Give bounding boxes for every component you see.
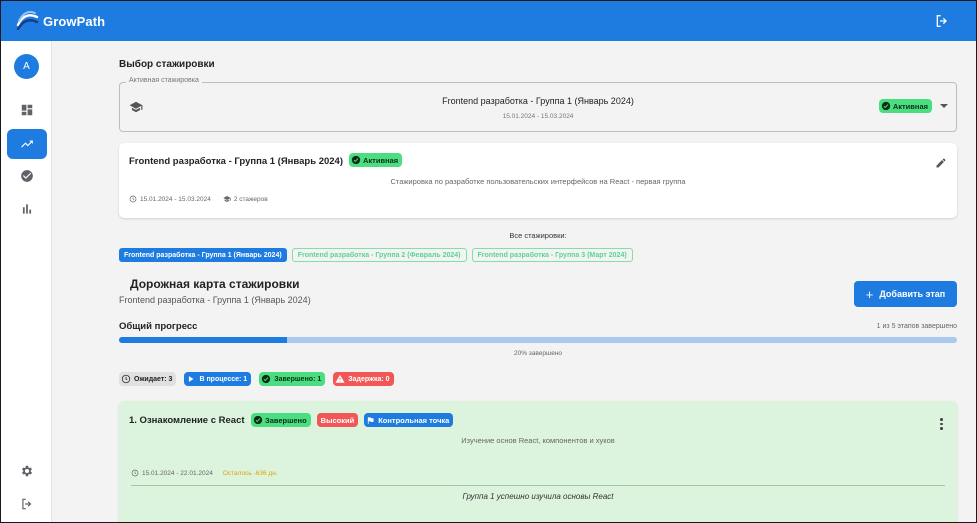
stage-badges: Завершено Высокий Контрольная точка (251, 413, 459, 427)
stat-in-progress: В процессе: 1 (184, 372, 252, 386)
sidebar-item-settings[interactable] (7, 456, 47, 486)
logout-icon (22, 498, 32, 510)
edit-icon[interactable] (935, 157, 947, 169)
progress-bar (119, 337, 957, 343)
stat-delayed-label: Задержка: 0 (348, 375, 390, 383)
internship-card-description: Стажировка по разработке пользовательски… (390, 177, 686, 186)
stage-description: Изучение основ React, компонентов и хуко… (461, 436, 615, 445)
sidebar-item-logout[interactable] (7, 489, 47, 519)
stage-checkpoint-badge: Контрольная точка (364, 413, 454, 427)
stage-title: 1. Ознакомление с React (129, 415, 245, 426)
app-window: GrowPath A Выбор стажировки Активная ста… (0, 0, 977, 523)
top-app-bar: GrowPath (1, 1, 976, 41)
warning-icon (335, 374, 345, 383)
more-vert-icon[interactable] (940, 418, 943, 432)
progress-label: Общий прогресс (119, 321, 198, 332)
dashboard-icon (21, 104, 33, 116)
add-stage-button[interactable]: + Добавить этап (854, 281, 957, 307)
stat-done-label: Завершено: 1 (274, 375, 322, 383)
check-circle-icon (881, 101, 891, 111)
stage-dates: 15.01.2024 - 22.01.2024 (142, 469, 213, 477)
stage-priority-badge: Высокий (316, 413, 359, 427)
status-badge: Активная (349, 153, 403, 167)
plus-icon: + (865, 286, 874, 302)
internship-select[interactable]: Активная стажировка Frontend разработка … (119, 77, 957, 132)
stage-note: Группа 1 успешно изучила основы React (462, 492, 614, 501)
check-circle-icon (21, 170, 33, 182)
check-circle-icon (262, 374, 271, 384)
avatar[interactable]: A (14, 54, 39, 79)
selection-title: Выбор стажировки (119, 59, 215, 70)
sidebar-item-dashboard[interactable] (7, 95, 47, 125)
stage-remaining: Осталось -636 дн. (222, 469, 278, 477)
stage-stats: Ожидает: 3 В процессе: 1 Завершено: 1 За… (119, 372, 402, 386)
tab-internship-group-2[interactable]: Frontend разработка - Группа 2 (Февраль … (291, 248, 467, 262)
stat-delayed: Задержка: 0 (333, 372, 394, 386)
chevron-down-icon[interactable] (940, 104, 948, 108)
school-icon (223, 196, 231, 202)
internship-card-interns: 2 стажеров (233, 195, 268, 203)
progress-summary: 1 из 5 этапов завершено (876, 323, 957, 330)
clock-icon (129, 195, 137, 203)
divider (131, 485, 945, 486)
trending-up-icon (21, 140, 33, 148)
stage-meta: 15.01.2024 - 22.01.2024 Осталось -636 дн… (131, 469, 278, 477)
all-internships-label: Все стажировки: (509, 231, 567, 240)
add-stage-button-label: Добавить этап (879, 289, 946, 299)
play-icon (189, 376, 194, 382)
internship-card-dates: 15.01.2024 - 15.03.2024 (140, 195, 211, 203)
sidebar-item-analytics[interactable] (7, 194, 47, 224)
status-badge-label: Активная (892, 101, 928, 111)
stat-waiting: Ожидает: 3 (119, 372, 177, 386)
bar-chart-icon (22, 204, 32, 214)
logout-icon[interactable] (934, 13, 950, 29)
selected-internship-name: Frontend разработка - Группа 1 (Январь 2… (442, 96, 634, 106)
flag-icon (368, 416, 374, 424)
internship-card-title: Frontend разработка - Группа 1 (Январь 2… (129, 156, 343, 167)
internship-tabs: Frontend разработка - Группа 1 (Январь 2… (119, 248, 638, 262)
clock-icon (121, 374, 131, 384)
logo[interactable]: GrowPath (15, 10, 105, 32)
stat-waiting-label: Ожидает: 3 (134, 375, 173, 383)
progress-percent: 20% завершено (513, 350, 563, 357)
sidebar-item-tasks[interactable] (7, 161, 47, 191)
stage-status-badge: Завершено (251, 413, 311, 427)
stat-in-progress-label: В процессе: 1 (199, 375, 248, 383)
stage-status-label: Завершено (265, 415, 307, 425)
roadmap-subtitle: Frontend разработка - Группа 1 (Январь 2… (119, 295, 311, 305)
stage-checkpoint-label: Контрольная точка (378, 415, 450, 425)
tab-internship-group-1[interactable]: Frontend разработка - Группа 1 (Январь 2… (119, 248, 287, 262)
check-circle-icon (351, 155, 361, 165)
status-badge-label: Активная (363, 155, 399, 165)
internship-card: Frontend разработка - Группа 1 (Январь 2… (119, 143, 957, 218)
main-content: Выбор стажировки Активная стажировка Fro… (53, 41, 976, 522)
stat-done: Завершено: 1 (259, 372, 326, 386)
app-name: GrowPath (43, 13, 106, 29)
select-legend: Активная стажировка (126, 77, 202, 84)
growpath-logo-icon (16, 11, 39, 31)
status-badge: Активная (878, 99, 932, 113)
roadmap-title: Дорожная карта стажировки (130, 277, 300, 291)
gear-icon (21, 465, 33, 477)
selected-internship-dates: 15.01.2024 - 15.03.2024 (502, 113, 574, 120)
stage-card: 1. Ознакомление с React Завершено Высоки… (119, 401, 957, 522)
sidebar-item-progress[interactable] (7, 129, 47, 159)
clock-icon (131, 469, 139, 477)
internship-card-meta: 15.01.2024 - 15.03.2024 2 стажеров (129, 195, 268, 203)
tab-internship-group-3[interactable]: Frontend разработка - Группа 3 (Март 202… (471, 248, 633, 262)
progress-bar-fill (119, 337, 287, 343)
check-circle-icon (253, 415, 263, 425)
sidebar: A (1, 41, 52, 522)
